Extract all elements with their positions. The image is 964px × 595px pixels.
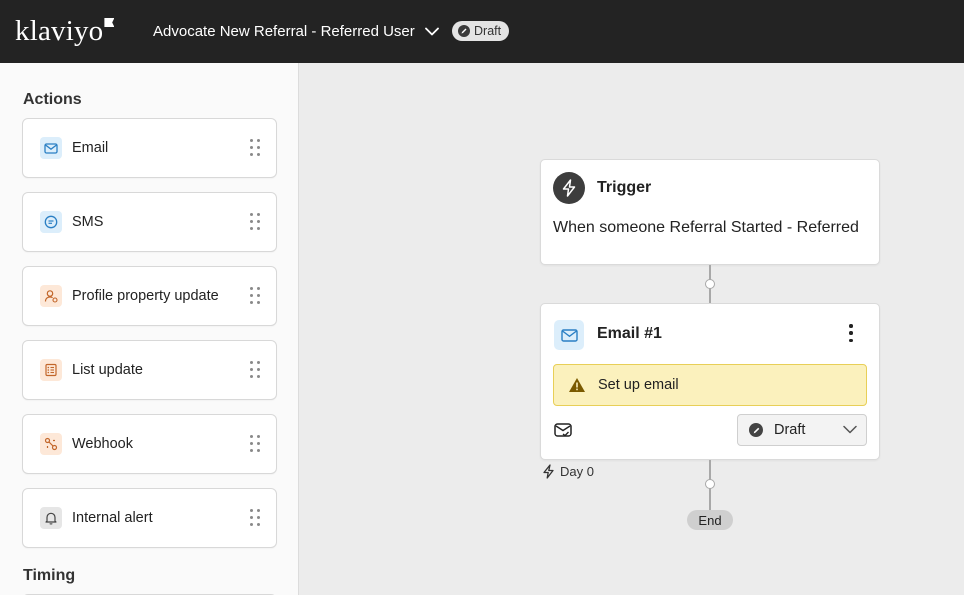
drag-handle-icon[interactable] — [250, 361, 260, 379]
trigger-description: When someone Referral Started - Referred — [553, 219, 859, 236]
setup-email-warning[interactable]: Set up email — [553, 364, 867, 406]
lightning-icon — [553, 172, 585, 204]
drag-handle-icon[interactable] — [250, 139, 260, 157]
action-internal-alert[interactable]: Internal alert — [22, 488, 277, 548]
top-bar: klaviyo Advocate New Referral - Referred… — [0, 0, 964, 63]
drag-handle-icon[interactable] — [250, 213, 260, 231]
sms-icon — [40, 211, 62, 233]
actions-section-title: Actions — [23, 91, 82, 108]
email-status-select[interactable]: Draft — [737, 414, 867, 446]
actions-sidebar: Actions Email SMS Profile property updat… — [0, 63, 299, 595]
trigger-node[interactable]: Trigger When someone Referral Started - … — [540, 159, 880, 265]
drag-handle-icon[interactable] — [250, 435, 260, 453]
webhook-icon — [40, 433, 62, 455]
timing-section-title: Timing — [23, 567, 76, 584]
flow-title-dropdown[interactable]: Advocate New Referral - Referred User — [153, 20, 439, 42]
action-list-update[interactable]: List update — [22, 340, 277, 400]
drag-handle-icon[interactable] — [250, 509, 260, 527]
action-profile-property-update[interactable]: Profile property update — [22, 266, 277, 326]
connector-add-point[interactable] — [705, 279, 715, 289]
email-icon — [554, 320, 584, 350]
logo-flag-icon — [104, 18, 115, 27]
email-node-title: Email #1 — [597, 325, 662, 342]
chevron-down-icon — [424, 27, 439, 35]
pencil-icon — [749, 423, 763, 437]
action-sms[interactable]: SMS — [22, 192, 277, 252]
trigger-title: Trigger — [597, 179, 652, 196]
klaviyo-logo[interactable]: klaviyo — [15, 14, 115, 48]
flow-canvas[interactable]: Trigger When someone Referral Started - … — [300, 63, 964, 595]
bell-icon — [40, 507, 62, 529]
lightning-icon — [543, 464, 554, 479]
flow-title: Advocate New Referral - Referred User — [153, 22, 415, 40]
email-node[interactable]: Email #1 Set up email Draft — [540, 303, 880, 460]
email-check-icon — [554, 423, 572, 437]
chevron-down-icon — [843, 425, 857, 434]
email-icon — [40, 137, 62, 159]
profile-icon — [40, 285, 62, 307]
delay-label: Day 0 — [542, 464, 594, 479]
action-webhook[interactable]: Webhook — [22, 414, 277, 474]
pencil-icon — [458, 25, 470, 37]
warning-icon — [569, 378, 585, 392]
drag-handle-icon[interactable] — [250, 287, 260, 305]
action-email[interactable]: Email — [22, 118, 277, 178]
end-node: End — [687, 510, 733, 530]
more-options-icon[interactable] — [843, 324, 859, 342]
list-icon — [40, 359, 62, 381]
connector-add-point[interactable] — [705, 479, 715, 489]
status-badge: Draft — [452, 21, 510, 41]
